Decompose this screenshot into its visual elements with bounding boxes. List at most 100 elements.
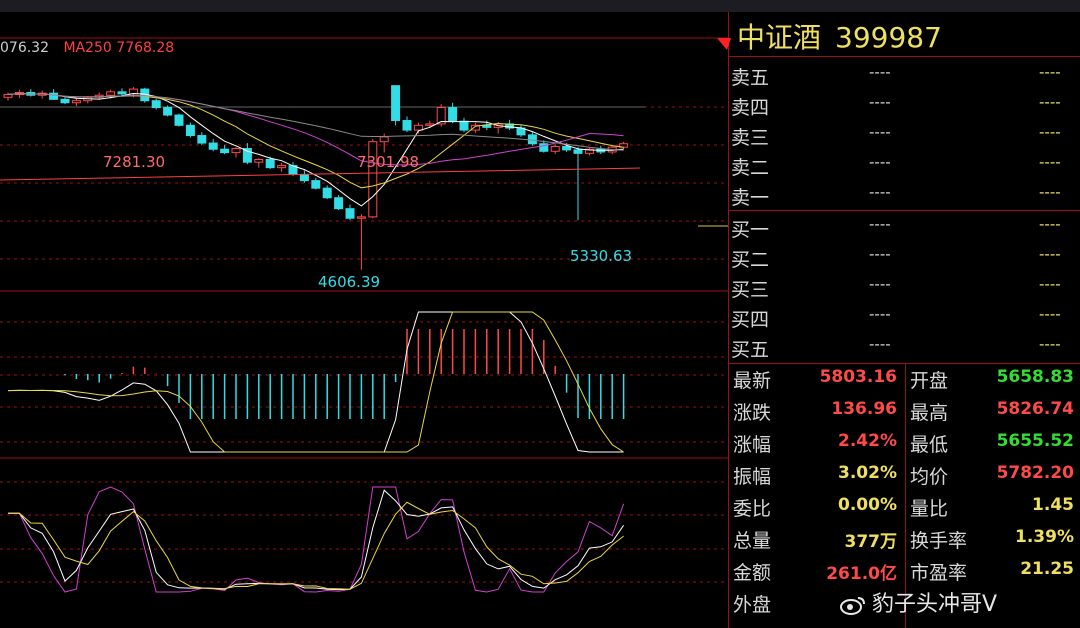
- stat-total-volume-value: 377万: [844, 532, 898, 552]
- candle-body: [71, 100, 81, 104]
- stat-pe-ratio-label: 市盈率: [910, 562, 968, 584]
- stat-avg-price-value: 5782.20: [996, 463, 1074, 483]
- stat-bid-ratio-label: 委比: [733, 498, 772, 520]
- ma-legend: 076.32 MA250 7768.28: [0, 40, 184, 56]
- candle-body: [277, 165, 287, 169]
- stock-name: 中证酒: [737, 21, 822, 54]
- order-book-buy-4: 买四 ---- ----: [729, 302, 1080, 332]
- stat-avg-price: 均价 5782.20: [906, 460, 1080, 492]
- order-book-sell-4: 卖四 ---- ----: [729, 90, 1080, 120]
- weibo-icon: [840, 597, 865, 615]
- marker-triangle-icon: [717, 38, 731, 50]
- candle-body: [425, 123, 435, 126]
- stock-title: 中证酒 399987: [737, 16, 942, 56]
- buy-5-label: 买五: [731, 339, 770, 361]
- candle-body: [197, 135, 207, 144]
- sell-3-price: ----: [869, 123, 891, 141]
- stat-low-label: 最低: [910, 434, 949, 456]
- buy-3-label: 买三: [731, 279, 770, 301]
- candle-body: [527, 134, 537, 145]
- stat-amplitude-label: 振幅: [733, 466, 772, 488]
- stat-bid-ratio: 委比 0.00%: [729, 492, 905, 524]
- order-book-sell-1: 卖一 ---- ----: [729, 180, 1080, 210]
- sell-5-price: ----: [869, 63, 891, 81]
- order-book-buy-5: 买五 ---- ----: [729, 332, 1080, 362]
- stat-volume-ratio: 量比 1.45: [906, 492, 1080, 524]
- sell-4-label: 卖四: [731, 97, 770, 119]
- stat-amplitude-value: 3.02%: [838, 463, 897, 483]
- stat-volume-ratio-value: 1.45: [1032, 495, 1074, 515]
- stat-low: 最低 5655.52: [906, 428, 1080, 460]
- candle-body: [334, 197, 344, 210]
- order-book-buy-3: 买三 ---- ----: [729, 272, 1080, 302]
- kline-chart-canvas[interactable]: [0, 12, 728, 628]
- price-label-low-1: 4606.39: [318, 273, 381, 291]
- candle-body: [459, 120, 469, 131]
- stat-change-pct-value: 2.42%: [838, 431, 897, 451]
- stat-latest: 最新 5803.16: [729, 364, 905, 396]
- candle-body: [231, 148, 241, 154]
- stat-turnover: 换手率 1.39%: [906, 524, 1080, 556]
- quote-panel: 中证酒 399987 卖五 ---- ---- 卖四 ---- ---- 卖三 -…: [717, 12, 1080, 628]
- kdj-k-line: [8, 489, 625, 591]
- stat-change: 涨跌 136.96: [729, 396, 905, 428]
- price-label-high-2: 7301.98: [357, 153, 420, 171]
- candle-body: [299, 174, 309, 182]
- buy-2-label: 买二: [731, 249, 770, 271]
- buy-2-volume: ----: [1039, 245, 1061, 263]
- order-book-sell-5: 卖五 ---- ----: [729, 60, 1080, 90]
- sell-1-price: ----: [869, 183, 891, 201]
- divider: [729, 210, 1080, 211]
- sell-1-label: 卖一: [731, 187, 770, 209]
- buy-1-volume: ----: [1039, 215, 1061, 233]
- stat-low-value: 5655.52: [996, 431, 1074, 451]
- stat-open-value: 5658.83: [996, 367, 1074, 387]
- sell-4-price: ----: [869, 93, 891, 111]
- sell-3-volume: ----: [1039, 123, 1061, 141]
- candle-body: [254, 158, 264, 163]
- candle-body: [151, 100, 161, 109]
- ma250-line: [0, 167, 641, 181]
- stat-change-label: 涨跌: [733, 402, 772, 424]
- stat-high-label: 最高: [910, 402, 949, 424]
- candle-body: [185, 124, 195, 137]
- candle-body: [345, 208, 355, 219]
- candle-body: [3, 94, 13, 98]
- candle-body: [311, 180, 321, 189]
- order-book-sell-2: 卖二 ---- ----: [729, 150, 1080, 180]
- stat-high: 最高 5826.74: [906, 396, 1080, 428]
- buy-3-price: ----: [869, 275, 891, 293]
- kline-chart-area[interactable]: 076.32 MA250 7768.28 7281.30 7301.98 460…: [0, 12, 728, 628]
- stat-turnover-label: 换手率: [910, 530, 968, 552]
- candle-body: [322, 187, 332, 199]
- stat-open-label: 开盘: [910, 370, 949, 392]
- stat-turnover-value: 1.39%: [1015, 527, 1074, 547]
- sell-4-volume: ----: [1039, 93, 1061, 111]
- sell-5-label: 卖五: [731, 67, 770, 89]
- candle-body: [60, 98, 70, 104]
- candle-body: [265, 158, 275, 169]
- stat-latest-label: 最新: [733, 370, 772, 392]
- candle-body: [163, 107, 173, 116]
- price-label-low-2: 5330.63: [570, 247, 633, 265]
- window-top-bar: [0, 0, 1080, 12]
- watermark: 豹子头冲哥V: [840, 586, 997, 618]
- sell-2-label: 卖二: [731, 157, 770, 179]
- candle-body: [391, 85, 401, 122]
- stat-amount-label: 金额: [733, 562, 772, 584]
- sell-2-price: ----: [869, 153, 891, 171]
- stat-latest-value: 5803.16: [819, 367, 897, 387]
- order-book-sell-3: 卖三 ---- ----: [729, 120, 1080, 150]
- candle-body: [356, 216, 366, 219]
- price-label-high-1: 7281.30: [103, 153, 166, 171]
- buy-2-price: ----: [869, 245, 891, 263]
- candle-body: [550, 145, 560, 152]
- stat-amount: 金额 261.0亿: [729, 556, 905, 588]
- candle-body: [49, 92, 59, 100]
- watermark-text: 豹子头冲哥V: [872, 592, 998, 617]
- stat-total-volume: 总量 377万: [729, 524, 905, 556]
- candle-body: [379, 136, 389, 143]
- ma-legend-ma250: MA250 7768.28: [63, 40, 175, 56]
- stat-pe-ratio: 市盈率 21.25: [906, 556, 1080, 588]
- stock-code: 399987: [835, 21, 942, 54]
